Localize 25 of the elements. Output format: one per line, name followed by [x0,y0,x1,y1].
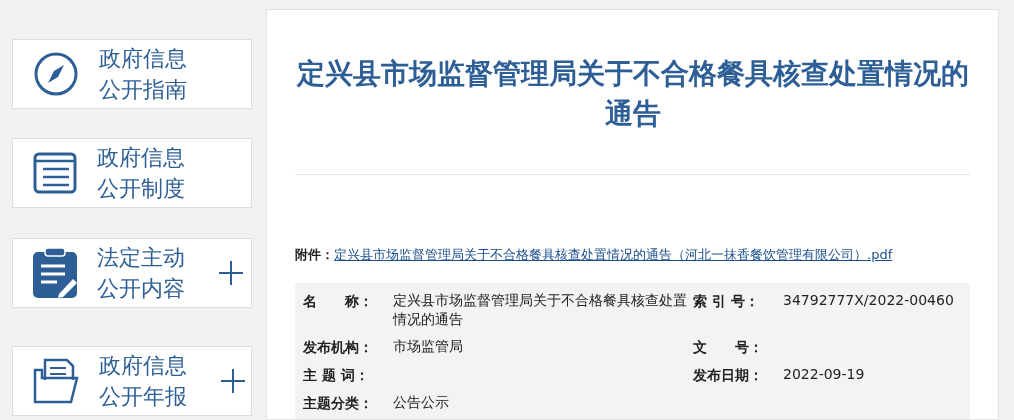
field-label: 文 号： [693,337,764,357]
field-value: 2022-09-19 [783,364,866,384]
field-value: 定兴县市场监督管理局关于不合格餐具核查处置情况的通告 [393,290,688,329]
article-title: 定兴县市场监督管理局关于不合格餐具核查处置情况的通告 [295,10,970,175]
attachment-link[interactable]: 定兴县市场监督管理局关于不合格餐具核查处置情况的通告（河北一抹香餐饮管理有限公司）.pdf [334,247,893,262]
field-value: 34792777X/2022-00460 [783,290,955,310]
sidebar-item[interactable]: 政府信息 公开年报 [12,346,252,416]
plus-icon[interactable] [219,261,243,285]
sidebar-item[interactable]: 法定主动 公开内容 [12,238,252,308]
clipboard-pencil-icon [33,248,77,298]
field-label: 主题分类： [303,393,374,413]
field-value: 公告公示 [393,392,450,412]
list-icon [33,152,77,194]
plus-icon[interactable] [221,369,245,393]
compass-icon [33,51,79,97]
folder-document-icon [33,358,79,404]
field-label: 发布机构： [303,337,374,357]
field-value: 市场监管局 [393,336,464,356]
sidebar-item[interactable]: 政府信息 公开指南 [12,39,252,109]
field-label: 发布日期： [693,365,764,385]
attachment-label: 附件： [295,247,334,262]
field-label: 主 题 词： [303,365,370,385]
field-label: 名 称： [303,291,374,311]
sidebar-item[interactable]: 政府信息 公开制度 [12,138,252,208]
field-label: 索 引 号： [693,291,760,311]
